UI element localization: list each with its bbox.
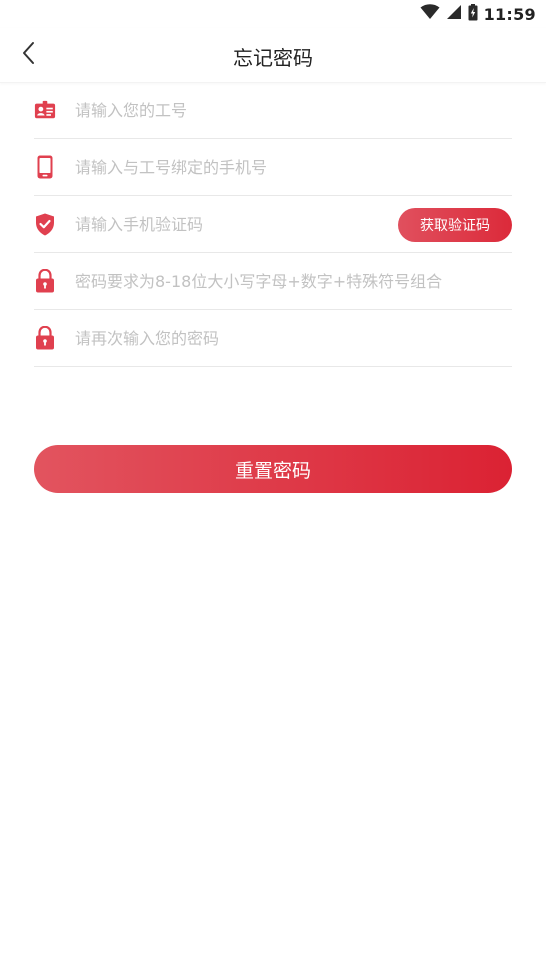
confirm-password-input[interactable]: [75, 323, 512, 353]
confirm-password-row: [34, 310, 512, 367]
forgot-password-form: 获取验证码: [34, 82, 512, 367]
new-password-input[interactable]: [75, 266, 512, 296]
status-time: 11:59: [483, 4, 536, 24]
phone-row: [34, 139, 512, 196]
status-icons: 11:59: [420, 3, 536, 25]
lock-icon: [34, 269, 56, 293]
phone-icon: [34, 155, 56, 179]
id-card-icon: [34, 98, 56, 122]
app-header: 忘记密码: [0, 28, 546, 83]
employee-id-row: [34, 82, 512, 139]
employee-id-input[interactable]: [75, 95, 512, 125]
page-title: 忘记密码: [233, 46, 313, 70]
phone-input[interactable]: [75, 152, 512, 182]
new-password-row: [34, 253, 512, 310]
sms-code-row: 获取验证码: [34, 196, 512, 253]
signal-icon: [446, 4, 462, 24]
shield-check-icon: [34, 212, 56, 236]
reset-password-button[interactable]: 重置密码: [34, 445, 512, 493]
lock-icon: [34, 326, 56, 350]
wifi-icon: [420, 4, 440, 24]
get-code-button[interactable]: 获取验证码: [398, 208, 512, 242]
battery-icon: [468, 3, 478, 25]
status-bar: 11:59: [0, 0, 546, 28]
